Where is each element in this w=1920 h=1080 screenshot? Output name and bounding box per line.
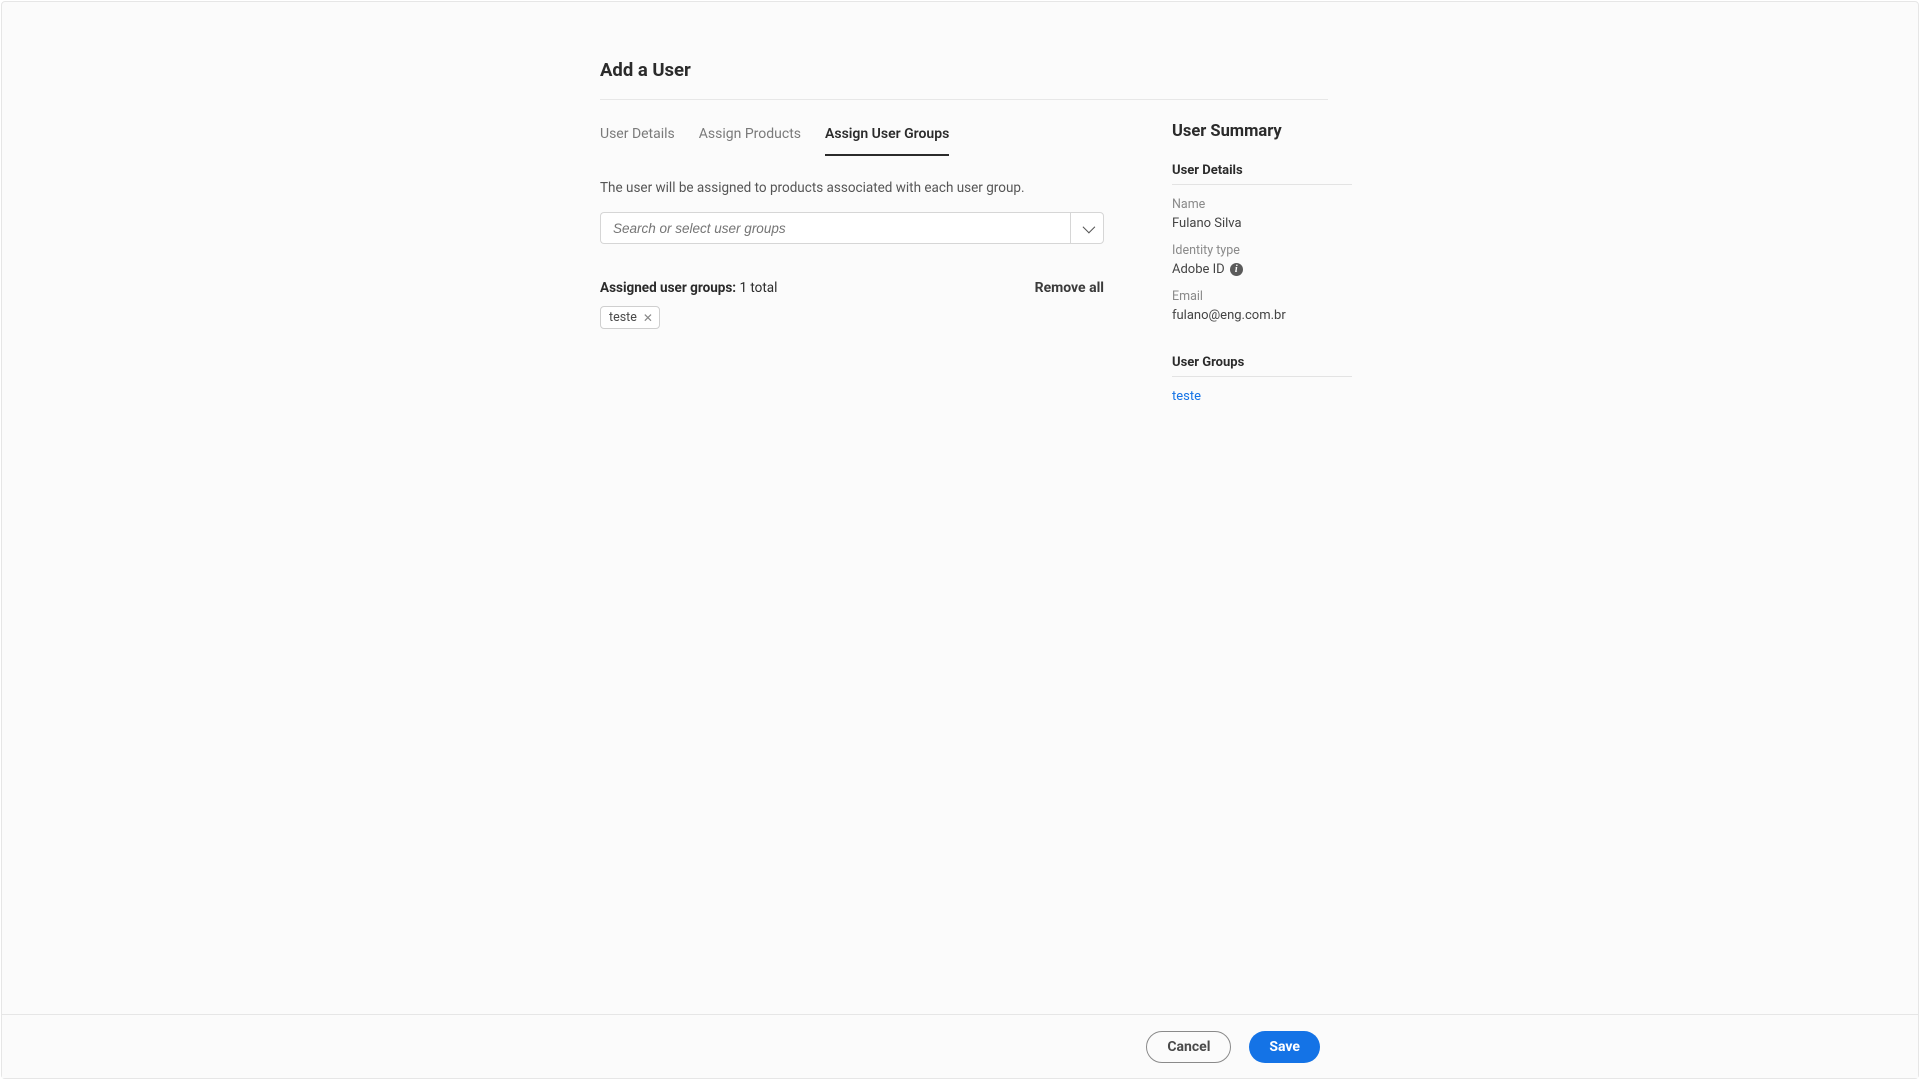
summary-identity-row: Adobe ID i xyxy=(1172,262,1352,277)
summary-name-value: Fulano Silva xyxy=(1172,216,1352,231)
user-group-combobox xyxy=(600,212,1104,244)
main-column: User Details Assign Products Assign User… xyxy=(600,120,1104,404)
dialog-footer: Cancel Save xyxy=(2,1014,1918,1078)
tab-bar: User Details Assign Products Assign User… xyxy=(600,120,1104,156)
summary-group-link[interactable]: teste xyxy=(1172,389,1352,404)
summary-identity-label: Identity type xyxy=(1172,243,1352,258)
save-button[interactable]: Save xyxy=(1249,1031,1320,1063)
tag-label: teste xyxy=(609,310,637,325)
summary-email-value: fulano@eng.com.br xyxy=(1172,308,1352,323)
assigned-count-label: Assigned user groups: 1 total xyxy=(600,280,777,296)
info-icon[interactable]: i xyxy=(1230,263,1243,276)
summary-email-label: Email xyxy=(1172,289,1352,304)
tab-assign-user-groups[interactable]: Assign User Groups xyxy=(825,120,949,156)
summary-groups-heading: User Groups xyxy=(1172,355,1352,377)
summary-identity-value: Adobe ID xyxy=(1172,262,1225,277)
remove-all-button[interactable]: Remove all xyxy=(1035,280,1104,296)
summary-column: User Summary User Details Name Fulano Si… xyxy=(1172,120,1352,404)
summary-title: User Summary xyxy=(1172,122,1352,141)
summary-name-label: Name xyxy=(1172,197,1352,212)
summary-details-heading: User Details xyxy=(1172,163,1352,185)
close-icon[interactable]: ✕ xyxy=(643,312,653,324)
dialog-panel: Add a User User Details Assign Products … xyxy=(1,1,1919,1079)
tab-assign-products[interactable]: Assign Products xyxy=(699,120,801,156)
assigned-count: 1 total xyxy=(739,280,777,296)
assigned-row: Assigned user groups: 1 total Remove all xyxy=(600,280,1104,296)
dialog-body: Add a User User Details Assign Products … xyxy=(2,2,1918,1014)
cancel-button[interactable]: Cancel xyxy=(1146,1031,1231,1063)
tab-description: The user will be assigned to products as… xyxy=(600,180,1104,196)
tag-item: teste ✕ xyxy=(600,306,660,329)
assigned-label-prefix: Assigned user groups: xyxy=(600,280,736,296)
user-group-search-input[interactable] xyxy=(600,212,1070,244)
chevron-down-icon xyxy=(1082,220,1095,233)
user-group-dropdown-button[interactable] xyxy=(1070,212,1104,244)
tab-user-details[interactable]: User Details xyxy=(600,120,675,156)
assigned-tags: teste ✕ xyxy=(600,306,1104,329)
page-title: Add a User xyxy=(600,59,1328,100)
content-columns: User Details Assign Products Assign User… xyxy=(600,120,1328,404)
